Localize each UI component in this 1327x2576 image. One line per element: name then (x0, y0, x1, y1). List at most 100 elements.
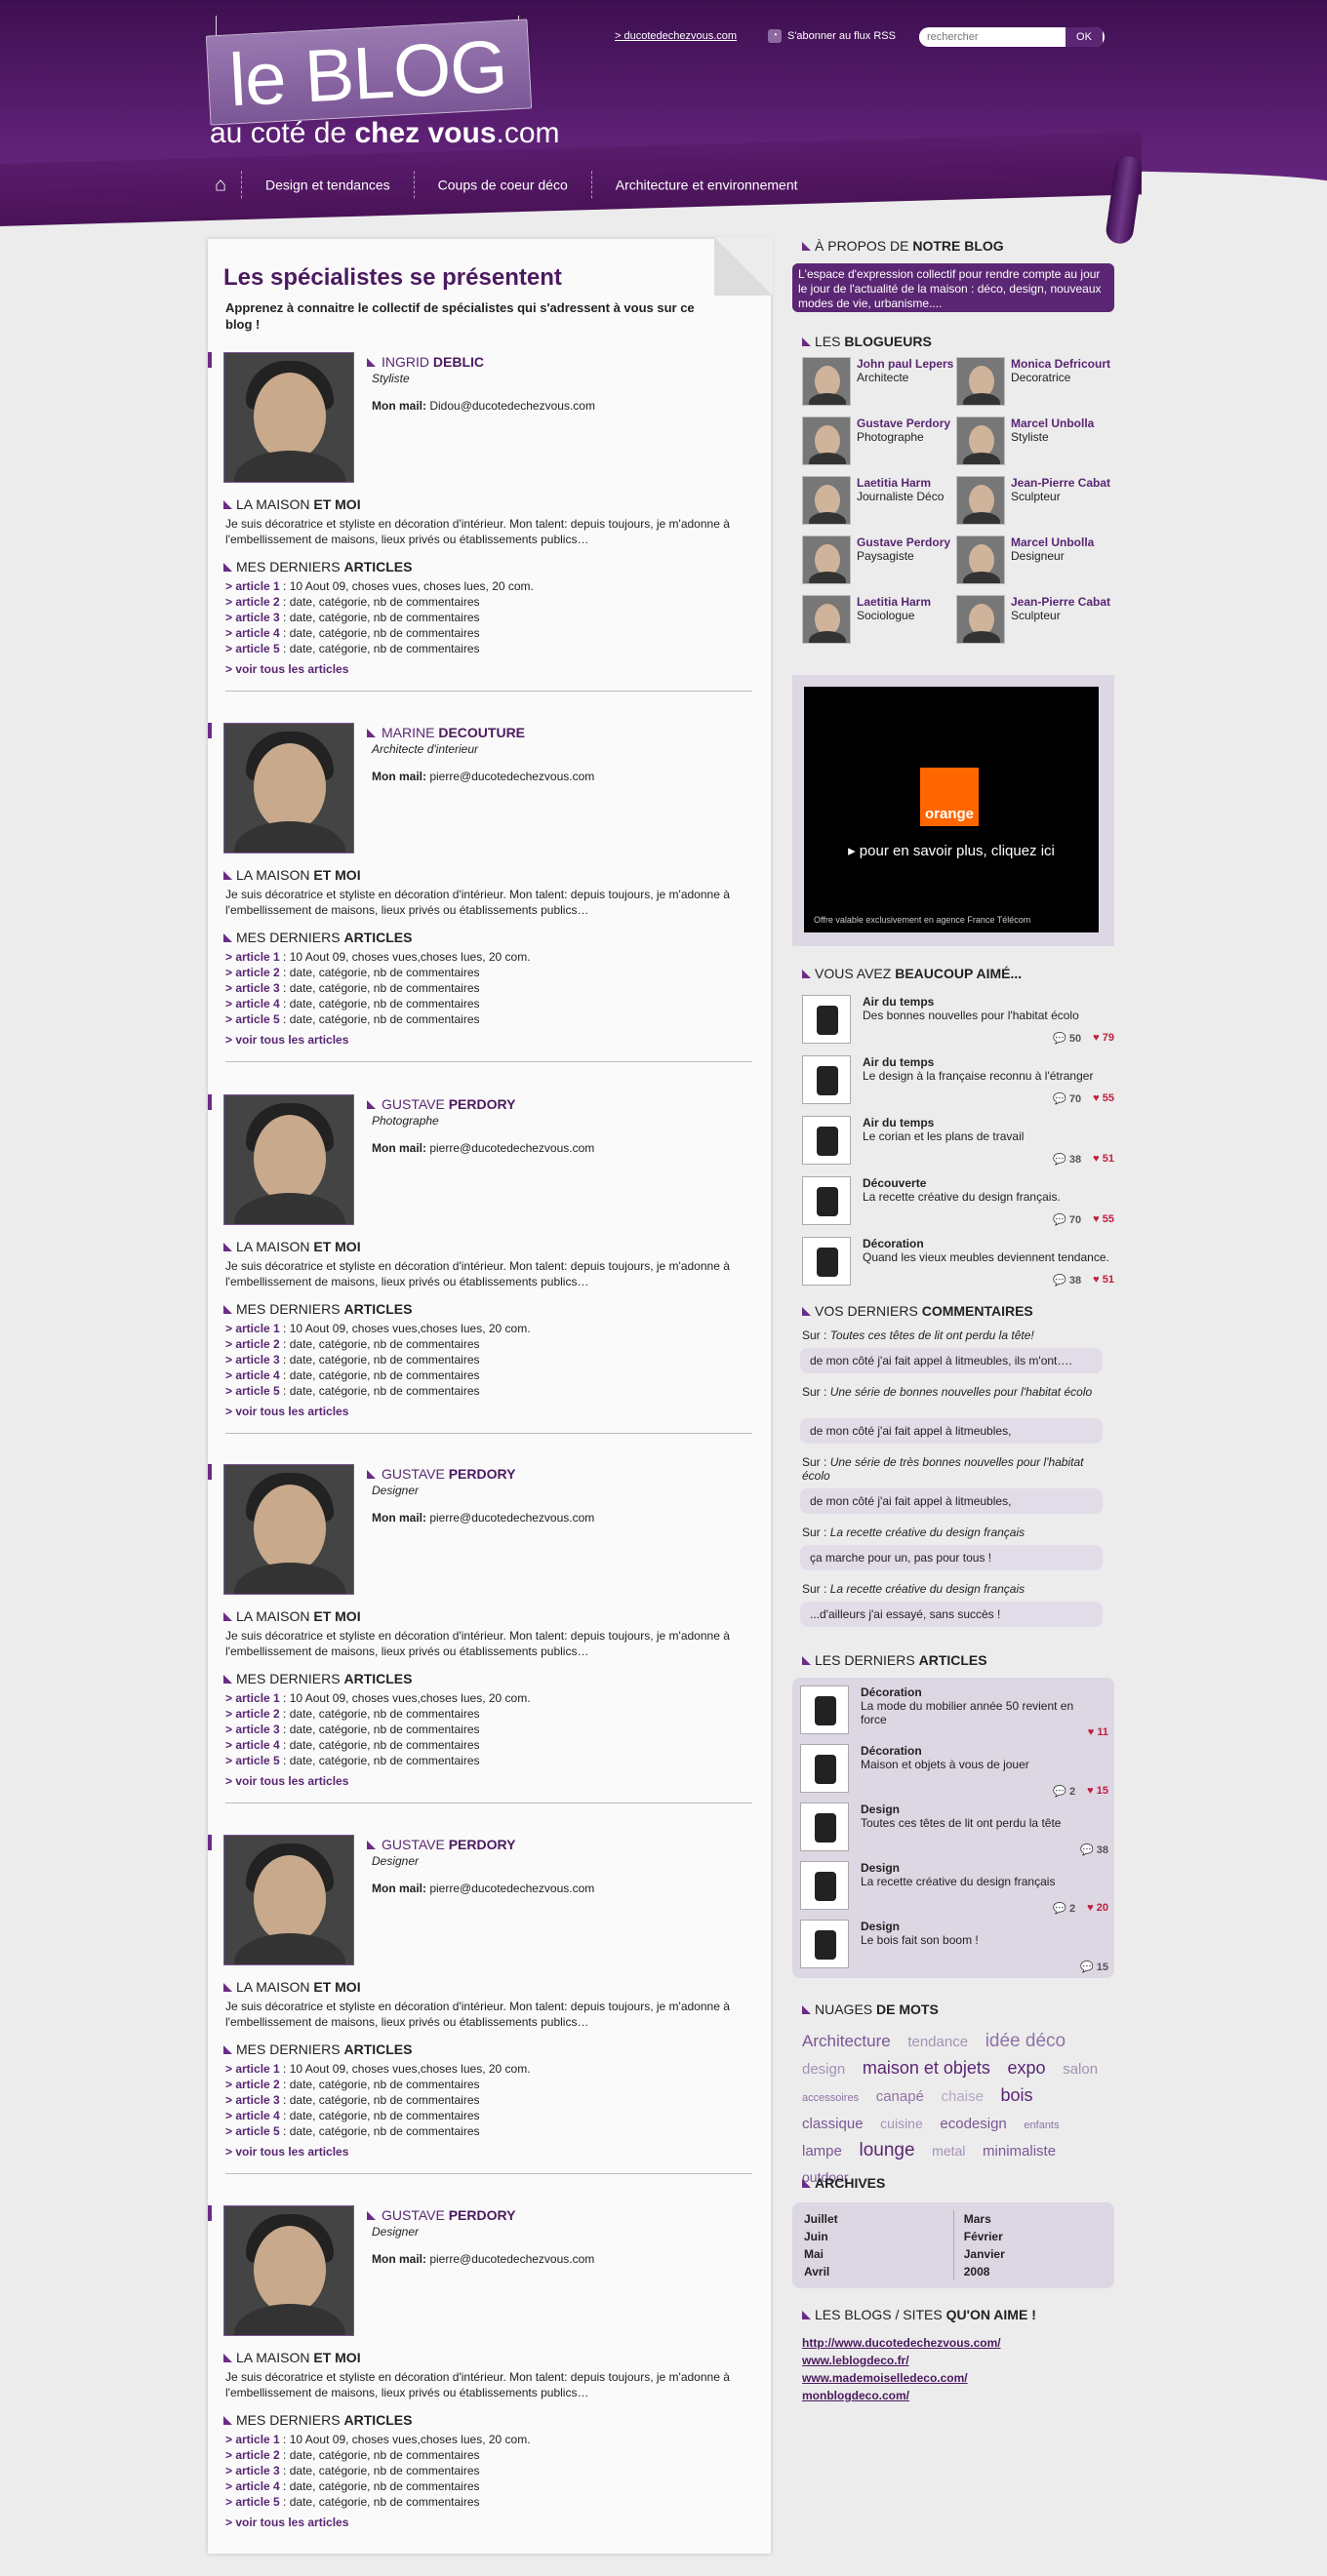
liked-title[interactable]: La recette créative du design français. (863, 1190, 1061, 1204)
article-item[interactable]: > article 4 : date, catégorie, nb de com… (225, 625, 534, 641)
blogger-item[interactable]: Marcel Unbolla Designeur (956, 535, 1112, 590)
article-item[interactable]: > article 4 : date, catégorie, nb de com… (225, 1737, 531, 1753)
comment-topic[interactable]: Sur : Toutes ces têtes de lit ont perdu … (802, 1328, 1105, 1342)
comment-bubble[interactable]: de mon côté j'ai fait appel à litmeubles… (800, 1488, 1103, 1514)
tag-cloud-word[interactable]: minimaliste (983, 2143, 1056, 2160)
blogger-item[interactable]: John paul Lepers Architecte (802, 357, 958, 412)
rss-link[interactable]: ◔ S'abonner au flux RSS (768, 29, 896, 43)
mail-address[interactable]: pierre@ducotedechezvous.com (429, 770, 594, 783)
liked-title[interactable]: Le design à la française reconnu à l'étr… (863, 1069, 1093, 1083)
search-input[interactable] (919, 28, 1066, 46)
tag-cloud-word[interactable]: classique (802, 2116, 864, 2132)
liked-item[interactable]: Air du temps Des bonnes nouvelles pour l'… (802, 995, 1114, 1055)
article-item[interactable]: > article 3 : date, catégorie, nb de com… (225, 2092, 531, 2108)
mail-address[interactable]: Didou@ducotedechezvous.com (429, 399, 595, 413)
comment-bubble[interactable]: de mon côté j'ai fait appel à litmeubles… (800, 1418, 1103, 1444)
profile-mail[interactable]: Mon mail: pierre@ducotedechezvous.com (372, 1511, 594, 1525)
article-item[interactable]: > article 4 : date, catégorie, nb de com… (225, 2478, 531, 2494)
article-item[interactable]: > article 4 : date, catégorie, nb de com… (225, 1367, 531, 1383)
article-item[interactable]: > article 1 : 10 Aout 09, choses vues,ch… (225, 1321, 531, 1336)
tag-cloud-word[interactable]: chaise (942, 2088, 984, 2105)
ad-banner[interactable]: orange ▸ pour en savoir plus, cliquez ic… (792, 675, 1114, 946)
profile-mail[interactable]: Mon mail: pierre@ducotedechezvous.com (372, 1141, 594, 1155)
tag-cloud-word[interactable]: design (802, 2061, 845, 2078)
last-article-title[interactable]: La mode du mobilier année 50 revient en … (861, 1699, 1095, 1726)
last-article-item[interactable]: Décoration La mode du mobilier année 50 r… (800, 1685, 1108, 1746)
favorite-site-link[interactable]: www.leblogdeco.fr/ (802, 2352, 1001, 2369)
blogger-name[interactable]: Laetitia Harm (857, 595, 931, 609)
article-item[interactable]: > article 1 : 10 Aout 09, choses vues,ch… (225, 2061, 531, 2077)
article-item[interactable]: > article 5 : date, catégorie, nb de com… (225, 2494, 531, 2510)
article-item[interactable]: > article 3 : date, catégorie, nb de com… (225, 1352, 531, 1367)
favorite-site-link[interactable]: www.mademoiselledeco.com/ (802, 2369, 1001, 2387)
tag-cloud-word[interactable]: metal (932, 2143, 965, 2159)
blogger-item[interactable]: Gustave Perdory Paysagiste (802, 535, 958, 590)
profile-photo[interactable] (223, 1464, 354, 1595)
view-all-link[interactable]: > voir tous les articles (225, 2516, 348, 2529)
tag-cloud-word[interactable]: idée déco (985, 2031, 1066, 2051)
article-item[interactable]: > article 5 : date, catégorie, nb de com… (225, 641, 534, 656)
liked-title[interactable]: Quand les vieux meubles deviennent tenda… (863, 1250, 1109, 1264)
article-item[interactable]: > article 3 : date, catégorie, nb de com… (225, 1722, 531, 1737)
blogger-name[interactable]: Marcel Unbolla (1011, 535, 1094, 549)
profile-photo[interactable] (223, 723, 354, 853)
article-item[interactable]: > article 5 : date, catégorie, nb de com… (225, 1011, 531, 1027)
comment-bubble[interactable]: ça marche pour un, pas pour tous ! (800, 1545, 1103, 1570)
liked-item[interactable]: Découverte La recette créative du design … (802, 1176, 1114, 1237)
view-all-link[interactable]: > voir tous les articles (225, 1405, 348, 1418)
logo[interactable]: le BLOG au coté de chez vous.com (205, 16, 560, 149)
mail-address[interactable]: pierre@ducotedechezvous.com (429, 1882, 594, 1895)
profile-mail[interactable]: Mon mail: Didou@ducotedechezvous.com (372, 399, 595, 413)
blogger-name[interactable]: John paul Lepers (857, 357, 953, 371)
liked-item[interactable]: Air du temps Le design à la française rec… (802, 1055, 1114, 1116)
view-all-link[interactable]: > voir tous les articles (225, 2145, 348, 2159)
favorite-site-link[interactable]: monblogdeco.com/ (802, 2387, 1001, 2404)
profile-photo[interactable] (223, 352, 354, 483)
tag-cloud-word[interactable]: accessoires (802, 2092, 859, 2104)
liked-title[interactable]: Le corian et les plans de travail (863, 1129, 1024, 1143)
liked-title[interactable]: Des bonnes nouvelles pour l'habitat écol… (863, 1009, 1079, 1022)
mail-address[interactable]: pierre@ducotedechezvous.com (429, 1141, 594, 1155)
blogger-item[interactable]: Laetitia Harm Journaliste Déco (802, 476, 958, 531)
article-item[interactable]: > article 4 : date, catégorie, nb de com… (225, 996, 531, 1011)
article-item[interactable]: > article 3 : date, catégorie, nb de com… (225, 610, 534, 625)
tag-cloud-word[interactable]: bois (1001, 2085, 1033, 2105)
nav-coups-de-coeur[interactable]: Coups de coeur déco (413, 171, 591, 199)
mail-address[interactable]: pierre@ducotedechezvous.com (429, 1511, 594, 1525)
nav-design[interactable]: Design et tendances (241, 171, 414, 199)
blogger-name[interactable]: Jean-Pierre Cabat (1011, 476, 1110, 490)
last-article-title[interactable]: Toutes ces têtes de lit ont perdu la têt… (861, 1816, 1095, 1830)
article-item[interactable]: > article 2 : date, catégorie, nb de com… (225, 1706, 531, 1722)
tag-cloud-word[interactable]: canapé (876, 2088, 924, 2105)
last-article-title[interactable]: Le bois fait son boom ! (861, 1933, 1095, 1947)
liked-item[interactable]: Air du temps Le corian et les plans de tr… (802, 1116, 1114, 1176)
tag-cloud-word[interactable]: Architecture (802, 2032, 891, 2050)
archive-month[interactable]: Février (964, 2228, 1103, 2245)
comment-topic[interactable]: Sur : Une série de bonnes nouvelles pour… (802, 1385, 1105, 1399)
tag-cloud-word[interactable]: salon (1063, 2061, 1098, 2078)
last-article-item[interactable]: Décoration Maison et objets à vous de jou… (800, 1744, 1108, 1804)
blogger-item[interactable]: Jean-Pierre Cabat Sculpteur (956, 476, 1112, 531)
article-item[interactable]: > article 2 : date, catégorie, nb de com… (225, 594, 534, 610)
tag-cloud-word[interactable]: lounge (859, 2140, 914, 2160)
last-article-item[interactable]: Design Le bois fait son boom ! 💬 15 (800, 1920, 1108, 1980)
liked-item[interactable]: Décoration Quand les vieux meubles devien… (802, 1237, 1114, 1297)
blogger-item[interactable]: Laetitia Harm Sociologue (802, 595, 958, 650)
home-icon[interactable]: ⌂ (200, 171, 241, 198)
tag-cloud-word[interactable]: maison et objets (863, 2058, 990, 2078)
archive-month[interactable]: Juillet (804, 2210, 953, 2228)
profile-mail[interactable]: Mon mail: pierre@ducotedechezvous.com (372, 1882, 594, 1895)
profile-photo[interactable] (223, 1094, 354, 1225)
article-item[interactable]: > article 2 : date, catégorie, nb de com… (225, 2447, 531, 2463)
profile-name[interactable]: GUSTAVE PERDORY (367, 1466, 515, 1482)
tag-cloud-word[interactable]: cuisine (880, 2116, 923, 2131)
profile-photo[interactable] (223, 1835, 354, 1965)
comment-bubble[interactable]: de mon côté j'ai fait appel à litmeubles… (800, 1348, 1103, 1373)
last-article-title[interactable]: La recette créative du design français (861, 1875, 1095, 1888)
view-all-link[interactable]: > voir tous les articles (225, 662, 348, 676)
blogger-name[interactable]: Marcel Unbolla (1011, 416, 1094, 430)
article-item[interactable]: > article 2 : date, catégorie, nb de com… (225, 1336, 531, 1352)
tag-cloud-word[interactable]: ecodesign (940, 2116, 1006, 2132)
blogger-item[interactable]: Monica Defricourt Decoratrice (956, 357, 1112, 412)
last-article-title[interactable]: Maison et objets à vous de jouer (861, 1758, 1095, 1771)
